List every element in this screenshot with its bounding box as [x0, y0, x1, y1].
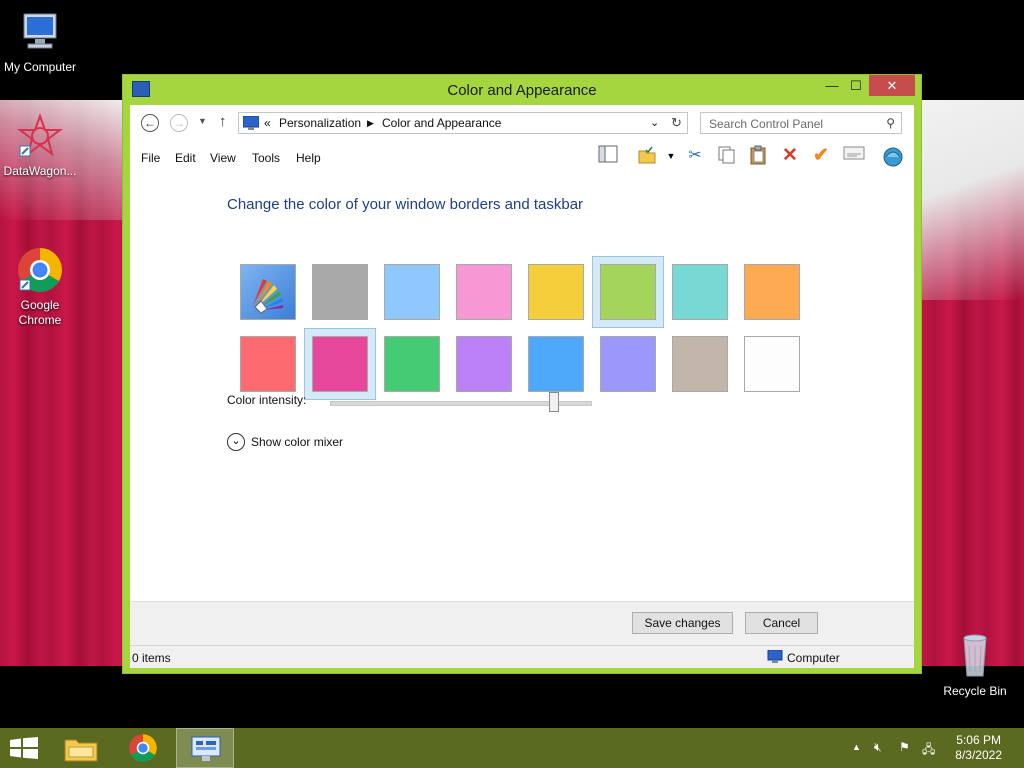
up-arrow-icon[interactable]: ↑: [219, 113, 227, 130]
search-input[interactable]: [707, 114, 881, 134]
color-swatch[interactable]: [240, 336, 296, 392]
color-appearance-window: Color and Appearance — ☐ ✕ ← → ▼ ↑ « Per…: [122, 74, 922, 674]
title-bar[interactable]: Color and Appearance — ☐ ✕: [123, 75, 921, 105]
windows-logo-icon: [10, 737, 38, 759]
recent-pages-chevron-icon[interactable]: ▼: [198, 116, 207, 126]
address-overflow[interactable]: «: [264, 116, 271, 130]
button-bar: Save changes Cancel: [130, 601, 914, 645]
color-swatch[interactable]: [744, 336, 800, 392]
menu-file[interactable]: File: [141, 151, 160, 165]
clock[interactable]: 5:06 PM 8/3/2022: [955, 733, 1002, 763]
status-location: Computer: [787, 651, 840, 665]
intensity-label: Color intensity:: [227, 393, 307, 407]
color-swatch[interactable]: [384, 264, 440, 320]
chrome-icon: [16, 231, 64, 292]
refresh-icon[interactable]: ↻: [671, 115, 682, 131]
menu-view[interactable]: View: [210, 151, 236, 165]
search-icon[interactable]: ⚲: [886, 116, 895, 130]
swatch-automatic[interactable]: [240, 264, 296, 320]
chevron-down-icon[interactable]: ⌄: [227, 433, 245, 451]
color-swatch[interactable]: [672, 264, 728, 320]
forward-arrow-icon[interactable]: →: [170, 114, 188, 132]
save-changes-button[interactable]: Save changes: [632, 612, 733, 634]
item-count: 0 items: [132, 651, 171, 665]
taskbar-chrome[interactable]: [114, 728, 172, 768]
menu-bar: File Edit View Tools Help ▼ ✂ ✕ ✔: [130, 141, 914, 171]
color-swatch[interactable]: [456, 264, 512, 320]
properties-icon[interactable]: [843, 145, 865, 167]
status-bar: 0 items Computer: [130, 645, 914, 668]
computer-icon: [16, 8, 64, 56]
show-color-mixer-link[interactable]: Show color mixer: [251, 435, 343, 449]
window-title: Color and Appearance: [447, 82, 597, 99]
start-button[interactable]: [0, 728, 58, 768]
color-swatch[interactable]: [744, 264, 800, 320]
action-center-flag-icon[interactable]: ⚑: [899, 740, 910, 754]
computer-small-icon: [767, 650, 783, 663]
intensity-slider-thumb[interactable]: [548, 392, 559, 412]
main-content: Change the color of your window borders …: [130, 171, 914, 601]
color-swatch[interactable]: [312, 336, 368, 392]
close-button[interactable]: ✕: [869, 75, 915, 96]
copy-icon[interactable]: [715, 145, 737, 167]
menu-help[interactable]: Help: [296, 151, 321, 165]
paste-icon[interactable]: [747, 145, 769, 167]
taskbar-file-explorer[interactable]: [52, 728, 110, 768]
dropdown-icon[interactable]: ▼: [660, 145, 682, 167]
color-swatch[interactable]: [600, 336, 656, 392]
show-hidden-icons-icon[interactable]: ▲: [852, 742, 861, 752]
recycle-bin-icon: [951, 632, 999, 680]
color-swatch[interactable]: [672, 336, 728, 392]
control-panel-small-icon: [243, 116, 259, 130]
chrome-icon: [129, 734, 157, 762]
breadcrumb-personalization[interactable]: Personalization: [279, 116, 361, 130]
desktop-icon-google-chrome[interactable]: Google Chrome: [0, 216, 80, 343]
desktop-icon-label: Google Chrome: [18, 298, 62, 327]
taskbar-control-panel[interactable]: [176, 728, 234, 768]
color-swatch[interactable]: [384, 336, 440, 392]
back-arrow-icon[interactable]: ←: [141, 114, 159, 132]
cut-icon[interactable]: ✂: [684, 145, 706, 167]
navigation-bar: ← → ▼ ↑ « Personalization ▶ Color and Ap…: [130, 105, 914, 141]
color-swatch[interactable]: [600, 264, 656, 320]
checkmark-icon[interactable]: ✔: [810, 145, 832, 167]
color-swatch[interactable]: [312, 264, 368, 320]
folder-check-icon[interactable]: [636, 145, 658, 167]
breadcrumb-separator-icon: ▶: [367, 118, 374, 128]
clock-time: 5:06 PM: [956, 733, 1001, 747]
address-bar[interactable]: « Personalization ▶ Color and Appearance…: [238, 112, 688, 134]
desktop-icon-my-computer[interactable]: My Computer: [0, 8, 80, 75]
color-palette-icon: [253, 279, 283, 314]
network-icon[interactable]: 🖧︎: [922, 740, 935, 761]
datawagon-icon: [16, 112, 64, 160]
folder-icon: [64, 739, 98, 762]
desktop-icon-label: My Computer: [3, 60, 77, 74]
clock-date: 8/3/2022: [955, 748, 1002, 762]
panel-icon[interactable]: [597, 145, 619, 167]
address-dropdown-icon[interactable]: ⌄: [650, 116, 659, 129]
page-heading: Change the color of your window borders …: [227, 196, 584, 213]
shell-icon[interactable]: [882, 145, 904, 167]
window-client: ← → ▼ ↑ « Personalization ▶ Color and Ap…: [130, 105, 914, 668]
color-swatch[interactable]: [456, 336, 512, 392]
color-swatch[interactable]: [528, 336, 584, 392]
delete-icon[interactable]: ✕: [779, 145, 801, 167]
breadcrumb-color-appearance[interactable]: Color and Appearance: [382, 116, 501, 130]
cancel-button[interactable]: Cancel: [745, 612, 818, 634]
desktop-icon-label: Recycle Bin: [943, 684, 1007, 698]
maximize-button[interactable]: ☐: [843, 75, 869, 96]
minimize-button[interactable]: —: [819, 75, 845, 96]
menu-edit[interactable]: Edit: [175, 151, 196, 165]
desktop-icon-recycle-bin[interactable]: Recycle Bin: [935, 632, 1015, 699]
volume-muted-icon[interactable]: 🔇︎: [874, 740, 882, 755]
control-panel-icon: [191, 736, 221, 761]
taskbar: ▲ 🔇︎ ⚑ 🖧︎ 5:06 PM 8/3/2022: [0, 728, 1024, 768]
menu-tools[interactable]: Tools: [252, 151, 280, 165]
desktop-icon-datawagon[interactable]: DataWagon...: [0, 112, 80, 179]
color-swatch[interactable]: [528, 264, 584, 320]
search-box[interactable]: ⚲: [700, 112, 902, 134]
desktop-icon-label: DataWagon...: [3, 164, 77, 178]
